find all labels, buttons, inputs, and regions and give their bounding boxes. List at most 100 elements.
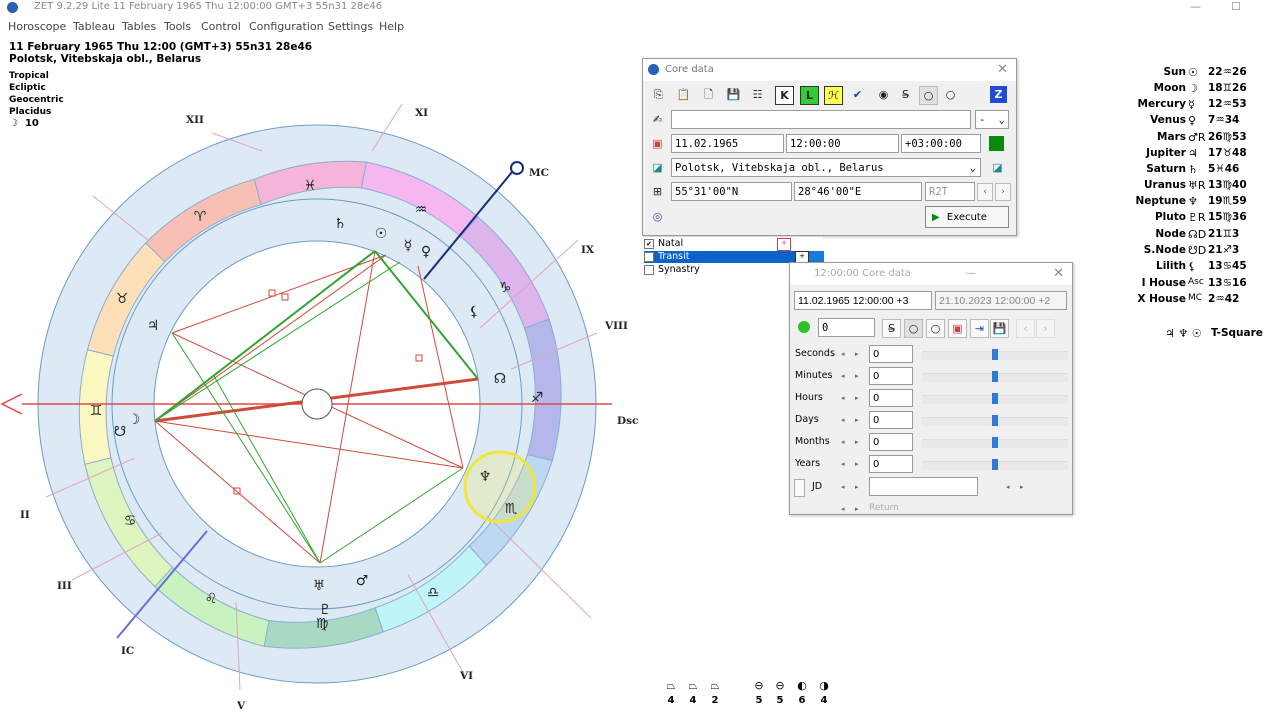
decrement-icon[interactable]: ◂ — [841, 350, 845, 358]
decrement-icon[interactable]: ◂ — [841, 438, 845, 446]
decrement-icon[interactable]: ◂ — [841, 483, 845, 491]
copy-icon[interactable]: ⎘ — [650, 86, 667, 103]
natal-datetime-field[interactable]: 11.02.1965 12:00:00 +3 — [794, 291, 932, 310]
r2t-field[interactable]: R2T — [925, 182, 975, 201]
minutes-slider[interactable] — [922, 371, 1068, 382]
ring-small-icon[interactable]: ○ — [904, 319, 923, 338]
person-icon[interactable]: ✍ — [649, 111, 666, 128]
coordinates-icon[interactable]: ⊞ — [649, 183, 666, 200]
transit-item[interactable]: Transit — [644, 251, 809, 263]
calendar-icon[interactable]: ▣ — [649, 135, 666, 152]
calendar-icon[interactable]: ▣ — [948, 319, 967, 338]
prev-icon[interactable]: ‹ — [1016, 319, 1035, 338]
increment-icon[interactable]: ▸ — [855, 416, 859, 424]
decrement-icon[interactable]: ◂ — [841, 416, 845, 424]
latitude-field[interactable]: 55°31'00"N — [671, 182, 792, 201]
time-field[interactable]: 12:00:00 — [786, 134, 899, 153]
earth-triangle-icon[interactable]: ⏢ — [663, 679, 679, 693]
planet-row[interactable]: Jupiter ♃ 17♉48 — [1110, 147, 1260, 163]
prev-icon[interactable]: ◂ — [1006, 483, 1010, 491]
seconds-input[interactable]: 0 — [869, 345, 913, 363]
transit-datetime-field[interactable]: 21.10.2023 12:00:00 +2 — [935, 291, 1067, 310]
minutes-input[interactable]: 0 — [869, 367, 913, 385]
menu-settings[interactable]: Settings — [328, 20, 373, 33]
natal-item[interactable]: ✔ Natal — [644, 238, 683, 250]
decrement-icon[interactable]: ◂ — [841, 505, 845, 513]
maximize-icon[interactable]: ☐ — [1231, 0, 1241, 14]
close-icon[interactable]: ✕ — [997, 59, 1008, 81]
years-input[interactable]: 0 — [869, 455, 913, 473]
mc-point[interactable] — [510, 161, 524, 175]
ring-large-icon[interactable]: ○ — [942, 86, 959, 103]
days-input[interactable]: 0 — [869, 411, 913, 429]
jd-toggle[interactable] — [794, 479, 805, 497]
transit-checkbox[interactable] — [644, 251, 654, 262]
planet-row[interactable]: Lilith ⚸ 13♋45 — [1110, 260, 1260, 276]
map-icon[interactable]: ◪ — [989, 159, 1006, 176]
water-triangle-icon[interactable]: ⏢ — [707, 679, 723, 693]
next-icon[interactable]: › — [1036, 319, 1055, 338]
check-icon[interactable]: ✔ — [849, 86, 866, 103]
strike-icon[interactable]: S̶ — [897, 86, 914, 103]
days-slider[interactable] — [922, 415, 1068, 426]
timezone-status-icon[interactable] — [989, 136, 1004, 151]
k-button[interactable]: K — [775, 86, 794, 105]
increment-icon[interactable]: ▸ — [855, 372, 859, 380]
cardinal-icon[interactable]: ⊖ — [751, 679, 767, 692]
planet-row[interactable]: Node ☊D 21♊3 — [1110, 228, 1260, 244]
h-button[interactable]: ℋ — [824, 86, 843, 105]
minimize-icon[interactable]: — — [1190, 0, 1201, 14]
mutable-icon[interactable]: ◐ — [794, 679, 810, 692]
apply-icon[interactable]: ⇥ — [970, 319, 989, 338]
increment-icon[interactable]: ▸ — [855, 460, 859, 468]
planet-row[interactable]: X House MC 2♒42 — [1110, 293, 1260, 309]
jd-input[interactable] — [869, 477, 978, 496]
prev-arrow-icon[interactable]: ‹ — [977, 183, 993, 201]
l-button[interactable]: L — [800, 86, 819, 105]
synastry-checkbox[interactable] — [644, 264, 654, 275]
increment-icon[interactable]: ▸ — [855, 483, 859, 491]
menu-tools[interactable]: Tools — [164, 20, 191, 33]
counter-field[interactable]: 0 — [818, 318, 875, 337]
menu-tables[interactable]: Tables — [122, 20, 156, 33]
ring-small-icon[interactable]: ○ — [919, 86, 938, 105]
z-button[interactable]: Z — [990, 86, 1007, 103]
planet-row[interactable]: Mercury ☿ 12♒53 — [1110, 98, 1260, 114]
table-icon[interactable]: ☷ — [749, 86, 766, 103]
status-dot-icon[interactable] — [798, 321, 810, 333]
save-icon[interactable]: 💾 — [725, 86, 742, 103]
menu-tableau[interactable]: Tableau — [73, 20, 115, 33]
quadrant-icon[interactable]: ◑ — [816, 679, 832, 692]
name-field[interactable] — [671, 110, 971, 129]
months-input[interactable]: 0 — [869, 433, 913, 451]
natal-chart-wheel[interactable]: ♓ ♒ ♑ ♐ ♏ ♎ ♍ ♌ ♋ ♊ ♉ ♈ ♄ ☉ ☿ ♀ ⚸ ☊ ♃ ☽ … — [0, 90, 640, 720]
natal-calendar-icon[interactable]: + — [777, 238, 791, 251]
close-icon[interactable]: ✕ — [1053, 263, 1064, 285]
planet-row[interactable]: Moon ☽ 18♊26 — [1110, 82, 1260, 98]
synastry-item[interactable]: Synastry — [644, 264, 700, 276]
menu-help[interactable]: Help — [379, 20, 404, 33]
next-icon[interactable]: ▸ — [1020, 483, 1024, 491]
planet-row[interactable]: Sun ☉ 22♒26 — [1110, 66, 1260, 82]
place-field[interactable]: Polotsk, Vitebskaja obl., Belarus ⌄ — [671, 158, 981, 177]
seconds-slider[interactable] — [922, 349, 1068, 360]
globe-icon[interactable]: ◪ — [649, 159, 666, 176]
longitude-field[interactable]: 28°46'00"E — [794, 182, 922, 201]
planet-row[interactable]: S.Node ☋D 21♐3 — [1110, 244, 1260, 260]
planet-row[interactable]: I House Asc 13♋16 — [1110, 277, 1260, 293]
planet-row[interactable]: Neptune ♆ 19♏59 — [1110, 195, 1260, 211]
natal-checkbox[interactable]: ✔ — [644, 238, 654, 249]
menu-configuration[interactable]: Configuration — [249, 20, 324, 33]
planet-row[interactable]: Venus ♀ 7♒34 — [1110, 114, 1260, 130]
years-slider[interactable] — [922, 459, 1068, 470]
minimize-icon[interactable]: — — [966, 263, 976, 285]
date-field[interactable]: 11.02.1965 — [671, 134, 784, 153]
increment-icon[interactable]: ▸ — [855, 394, 859, 402]
air-triangle-icon[interactable]: ⏢ — [685, 679, 701, 693]
timezone-field[interactable]: +03:00:00 — [901, 134, 981, 153]
paste-icon[interactable]: 📋 — [675, 86, 692, 103]
increment-icon[interactable]: ▸ — [855, 505, 859, 513]
execute-button[interactable]: ▶ Execute — [925, 206, 1009, 228]
planet-row[interactable]: Pluto ♇R 15♍36 — [1110, 211, 1260, 227]
fixed-icon[interactable]: ⊖ — [772, 679, 788, 692]
